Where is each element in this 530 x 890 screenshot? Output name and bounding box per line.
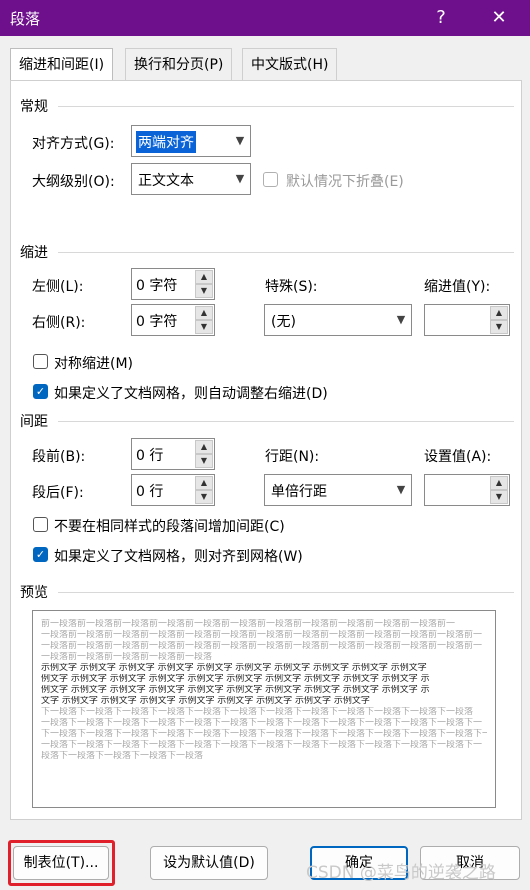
spin-up-icon[interactable]: ▲ xyxy=(195,440,213,454)
special-indent-value: (无) xyxy=(271,314,296,330)
outline-level-select[interactable]: 正文文本 ▼ xyxy=(131,163,251,195)
spin-up-icon[interactable]: ▲ xyxy=(195,476,213,490)
preview-line: 示例文字 示例文字 示例文字 示例文字 示例文字 示例文字 示例文字 示例文字 … xyxy=(41,663,427,673)
title-bar: 段落 ? ✕ xyxy=(0,0,530,36)
indent-left-value: 0 字符 xyxy=(136,278,178,294)
spacing-after-label: 段后(F): xyxy=(32,485,84,501)
preview-line: 例文字 示例文字 示例文字 示例文字 示例文字 示例文字 示例文字 示例文字 示… xyxy=(41,685,430,695)
spin-down-icon[interactable]: ▼ xyxy=(490,490,508,504)
tab-indents-spacing[interactable]: 缩进和间距(I) xyxy=(10,48,114,81)
preview-line: 一段落前一段落前一段落前一段落前一段落前一段落前一段落前一段落前一段落前一段落前… xyxy=(41,630,483,640)
auto-adjust-checkbox[interactable]: ✓ xyxy=(33,384,48,399)
indent-by-label: 缩进值(Y): xyxy=(424,279,491,295)
collapse-checkbox[interactable] xyxy=(263,172,278,187)
outline-level-value: 正文文本 xyxy=(138,173,194,189)
spacing-after-spinner[interactable]: 0 行 ▲ ▼ xyxy=(131,474,215,506)
alignment-value: 两端对齐 xyxy=(136,131,196,153)
spin-up-icon[interactable]: ▲ xyxy=(490,476,508,490)
close-button[interactable]: ✕ xyxy=(484,4,514,32)
preview-line: 例文字 示例文字 示例文字 示例文字 示例文字 示例文字 示例文字 示例文字 示… xyxy=(41,674,430,684)
indent-left-spinner[interactable]: 0 字符 ▲ ▼ xyxy=(131,268,215,300)
snap-to-grid-checkbox[interactable]: ✓ xyxy=(33,547,48,562)
spacing-before-spinner[interactable]: 0 行 ▲ ▼ xyxy=(131,438,215,470)
divider xyxy=(58,421,514,422)
indent-right-spinner[interactable]: 0 字符 ▲ ▼ xyxy=(131,304,215,336)
preview-line: 一段落前一段落前一段落前一段落前一段落前一段落前一段落前一段落前一段落前一段落前… xyxy=(41,641,483,651)
watermark: CSDN @菜鸟的逆袭之路 xyxy=(306,863,496,883)
preview-box: 前一段落前一段落前一段落前一段落前一段落前一段落前一段落前一段落前一段落前一段落… xyxy=(32,610,496,808)
line-spacing-select[interactable]: 单倍行距 ▼ xyxy=(264,474,412,506)
spin-down-icon[interactable]: ▼ xyxy=(195,284,213,298)
alignment-label: 对齐方式(G): xyxy=(32,136,115,152)
divider xyxy=(58,252,514,253)
spin-down-icon[interactable]: ▼ xyxy=(490,320,508,334)
preview-line: 下一段落下一段落下一段落下一段落下一段落下一段落下一段落下一段落下一段落下一段落… xyxy=(41,729,487,739)
line-spacing-label: 行距(N): xyxy=(265,449,320,465)
preview-line: 一段落前一段落前一段落前一段落前一段落 xyxy=(41,652,213,662)
indent-right-label: 右侧(R): xyxy=(32,315,86,331)
checkmark-icon: ✓ xyxy=(35,385,46,398)
chevron-down-icon[interactable]: ▼ xyxy=(391,475,411,505)
preview-line: 段落下一段落下一段落下一段落下一段落 xyxy=(41,751,204,761)
chevron-down-icon[interactable]: ▼ xyxy=(230,126,250,156)
spin-up-icon[interactable]: ▲ xyxy=(195,306,213,320)
spacing-before-label: 段前(B): xyxy=(32,449,86,465)
snap-to-grid-label: 如果定义了文档网格，则对齐到网格(W) xyxy=(54,549,303,565)
preview-line: 文字 示例文字 示例文字 示例文字 示例文字 示例文字 示例文字 示例文字 示例… xyxy=(41,696,370,706)
line-spacing-value: 单倍行距 xyxy=(271,484,327,500)
spacing-after-value: 0 行 xyxy=(136,484,164,500)
tab-asian-typography[interactable]: 中文版式(H) xyxy=(242,48,338,80)
indent-left-label: 左侧(L): xyxy=(32,279,84,295)
window-title: 段落 xyxy=(10,10,41,28)
divider xyxy=(58,106,514,107)
help-button[interactable]: ? xyxy=(426,4,456,32)
spacing-at-spinner[interactable]: ▲ ▼ xyxy=(424,474,510,506)
spacing-at-label: 设置值(A): xyxy=(424,449,492,465)
special-indent-label: 特殊(S): xyxy=(265,279,318,295)
spin-up-icon[interactable]: ▲ xyxy=(490,306,508,320)
set-default-button[interactable]: 设为默认值(D) xyxy=(150,846,268,880)
auto-adjust-label: 如果定义了文档网格，则自动调整右缩进(D) xyxy=(54,386,328,402)
general-heading: 常规 xyxy=(20,99,48,115)
checkmark-icon: ✓ xyxy=(35,548,46,561)
mirror-indents-checkbox[interactable] xyxy=(33,354,48,369)
mirror-indents-label: 对称缩进(M) xyxy=(54,356,134,372)
indentation-heading: 缩进 xyxy=(20,245,48,261)
outline-level-label: 大纲级别(O): xyxy=(32,174,115,190)
spin-down-icon[interactable]: ▼ xyxy=(195,320,213,334)
spacing-heading: 间距 xyxy=(20,414,48,430)
preview-line: 一段落下一段落下一段落下一段落下一段落下一段落下一段落下一段落下一段落下一段落下… xyxy=(41,740,483,750)
special-indent-select[interactable]: (无) ▼ xyxy=(264,304,412,336)
spin-down-icon[interactable]: ▼ xyxy=(195,454,213,468)
no-space-same-style-label: 不要在相同样式的段落间增加间距(C) xyxy=(54,519,285,535)
spin-down-icon[interactable]: ▼ xyxy=(195,490,213,504)
chevron-down-icon[interactable]: ▼ xyxy=(391,305,411,335)
tabs-button[interactable]: 制表位(T)... xyxy=(13,846,109,880)
preview-line: 一段落下一段落下一段落下一段落下一段落下一段落下一段落下一段落下一段落下一段落下… xyxy=(41,718,483,728)
preview-line: 下一段落下一段落下一段落下一段落下一段落下一段落下一段落下一段落下一段落下一段落… xyxy=(41,707,474,717)
indent-by-spinner[interactable]: ▲ ▼ xyxy=(424,304,510,336)
collapse-label: 默认情况下折叠(E) xyxy=(286,174,404,190)
spin-up-icon[interactable]: ▲ xyxy=(195,270,213,284)
divider xyxy=(58,592,514,593)
no-space-same-style-checkbox[interactable] xyxy=(33,517,48,532)
preview-heading: 预览 xyxy=(20,585,48,601)
chevron-down-icon[interactable]: ▼ xyxy=(230,164,250,194)
alignment-select[interactable]: 两端对齐 ▼ xyxy=(131,125,251,157)
preview-line: 前一段落前一段落前一段落前一段落前一段落前一段落前一段落前一段落前一段落前一段落… xyxy=(41,619,456,629)
indent-right-value: 0 字符 xyxy=(136,314,178,330)
spacing-before-value: 0 行 xyxy=(136,448,164,464)
tab-line-page-breaks[interactable]: 换行和分页(P) xyxy=(125,48,233,80)
